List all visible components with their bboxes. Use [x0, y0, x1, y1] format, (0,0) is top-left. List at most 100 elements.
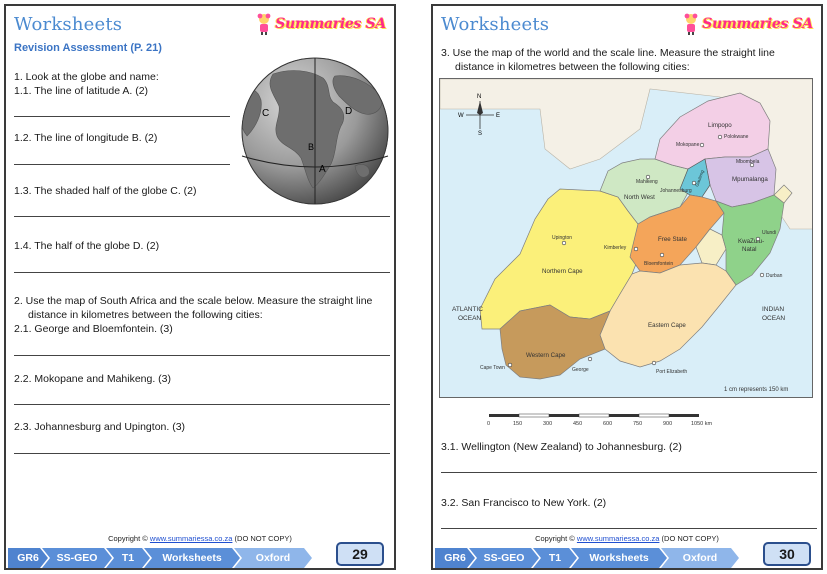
city-durban: Durban — [766, 273, 783, 279]
label-north-west: North West — [624, 194, 655, 201]
answer-line-1-1[interactable] — [14, 116, 230, 117]
scale-tick-450: 450 — [573, 421, 582, 427]
copyright-prefix: Copyright © — [108, 534, 148, 543]
scale-tick-300: 300 — [543, 421, 552, 427]
question-2-1: 2.1. George and Bloemfontein. (3) — [14, 323, 173, 335]
question-2-intro-cont: distance in kilometres between the follo… — [28, 309, 263, 321]
mascot-icon — [257, 13, 271, 35]
globe-label-a: A — [319, 164, 326, 175]
city-dot-durban — [759, 272, 765, 278]
copyright-suffix: (DO NOT COPY) — [661, 534, 719, 543]
question-3-intro-cont: distance in kilometres between the follo… — [455, 61, 690, 73]
footer-breadcrumb: GR6 SS-GEO T1 Worksheets Oxford — [8, 548, 306, 568]
crumb-grade: GR6 — [8, 548, 48, 568]
scale-tick-0: 0 — [487, 421, 490, 427]
worksheet-page-30: Worksheets Summaries SA 3. Use the map o… — [431, 4, 823, 570]
globe-label-b: B — [308, 142, 314, 152]
copyright-link[interactable]: www.summariessa.co.za — [150, 534, 233, 543]
question-3-intro: 3. Use the map of the world and the scal… — [441, 47, 775, 59]
answer-line-2-3[interactable] — [14, 453, 390, 454]
crumb-subject: SS-GEO — [42, 548, 112, 568]
label-northern-cape: Northern Cape — [542, 268, 583, 275]
page-number: 29 — [336, 542, 384, 566]
section-subtitle: Revision Assessment (P. 21) — [14, 42, 162, 54]
answer-line-3-2[interactable] — [441, 528, 817, 529]
compass-w: W — [458, 113, 464, 119]
brand-logo: Summaries SA — [255, 12, 386, 36]
copyright-notice: Copyright © www.summariessa.co.za (DO NO… — [6, 534, 394, 543]
city-kimberley: Kimberley — [604, 245, 627, 251]
label-western-cape: Western Cape — [526, 352, 566, 359]
brand-name: Summaries SA — [275, 16, 386, 32]
city-dot-bloemfontein — [659, 252, 665, 258]
crumb-section: Worksheets — [144, 548, 240, 568]
city-dot-kimberley — [633, 246, 639, 252]
page-number: 30 — [763, 542, 811, 566]
copyright-suffix: (DO NOT COPY) — [234, 534, 292, 543]
ocean-atlantic-2: OCEAN — [458, 315, 481, 322]
map-scale-note: 1 cm represents 150 km — [724, 387, 788, 393]
scale-tick-150: 150 — [513, 421, 522, 427]
ocean-atlantic-1: ATLANTIC — [452, 306, 483, 313]
city-polokwane: Polokwane — [724, 134, 749, 140]
label-kzn-1: KwaZulu- — [738, 238, 764, 245]
ocean-indian-1: INDIAN — [762, 306, 784, 313]
label-mpumalanga: Mpumalanga — [732, 176, 768, 183]
city-dot-george — [587, 356, 593, 362]
answer-line-2-2[interactable] — [14, 404, 390, 405]
label-kzn-2: Natal — [742, 246, 756, 253]
city-dot-ulundi — [755, 236, 761, 242]
answer-line-1-4[interactable] — [14, 272, 390, 273]
crumb-term: T1 — [106, 548, 150, 568]
crumb-grade: GR6 — [435, 548, 475, 568]
city-dot-johannesburg — [691, 180, 697, 186]
city-port-elizabeth: Port Elizabeth — [656, 369, 687, 375]
question-1-2: 1.2. The line of longitude B. (2) — [14, 132, 158, 144]
city-dot-port-elizabeth — [651, 360, 657, 366]
city-mbombela: Mbombela — [736, 159, 760, 165]
city-bloemfontein: Bloemfontein — [644, 261, 673, 267]
city-cape-town: Cape Town — [480, 365, 505, 371]
city-mahikeng: Mahikeng — [636, 179, 658, 185]
answer-line-2-1[interactable] — [14, 355, 390, 356]
crumb-term: T1 — [533, 548, 577, 568]
answer-line-1-2[interactable] — [14, 164, 230, 165]
label-limpopo: Limpopo — [708, 122, 732, 129]
globe-illustration: C D B A — [241, 57, 389, 205]
city-johannesburg: Johannesburg — [660, 188, 692, 194]
question-3-2: 3.2. San Francisco to New York. (2) — [441, 497, 607, 509]
city-dot-cape-town — [507, 362, 513, 368]
worksheet-page-29: Worksheets Summaries SA Revision Assessm… — [4, 4, 396, 570]
answer-line-3-1[interactable] — [441, 472, 817, 473]
crumb-subject: SS-GEO — [469, 548, 539, 568]
copyright-prefix: Copyright © — [535, 534, 575, 543]
city-ulundi: Ulundi — [762, 230, 776, 236]
ocean-indian-2: OCEAN — [762, 315, 785, 322]
scale-bar: 0 150 300 450 600 750 900 1050 km — [487, 413, 713, 427]
label-eastern-cape: Eastern Cape — [648, 322, 686, 329]
page-title: Worksheets — [14, 14, 123, 35]
crumb-publisher: Oxford — [661, 548, 739, 568]
question-1-intro: 1. Look at the globe and name: — [14, 71, 159, 83]
brand-name: Summaries SA — [702, 16, 813, 32]
compass-s: S — [478, 131, 482, 137]
copyright-link[interactable]: www.summariessa.co.za — [577, 534, 660, 543]
question-2-2: 2.2. Mokopane and Mahikeng. (3) — [14, 373, 172, 385]
city-mokopane: Mokopane — [676, 142, 700, 148]
question-3-1: 3.1. Wellington (New Zealand) to Johanne… — [441, 441, 682, 453]
city-dot-upington — [561, 240, 567, 246]
footer-breadcrumb: GR6 SS-GEO T1 Worksheets Oxford — [435, 548, 733, 568]
page-title: Worksheets — [441, 14, 550, 35]
crumb-publisher: Oxford — [234, 548, 312, 568]
globe-label-c: C — [262, 108, 269, 119]
south-africa-map: N E S W Limpopo Mpumalanga North West Fr… — [439, 78, 813, 398]
copyright-notice: Copyright © www.summariessa.co.za (DO NO… — [433, 534, 821, 543]
scale-tick-900: 900 — [663, 421, 672, 427]
question-1-1: 1.1. The line of latitude A. (2) — [14, 85, 149, 97]
scale-tick-1050: 1050 km — [691, 421, 713, 427]
compass-n: N — [477, 94, 481, 100]
answer-line-1-3[interactable] — [14, 216, 390, 217]
mascot-icon — [684, 13, 698, 35]
compass-e: E — [496, 113, 500, 119]
brand-logo: Summaries SA — [682, 12, 813, 36]
